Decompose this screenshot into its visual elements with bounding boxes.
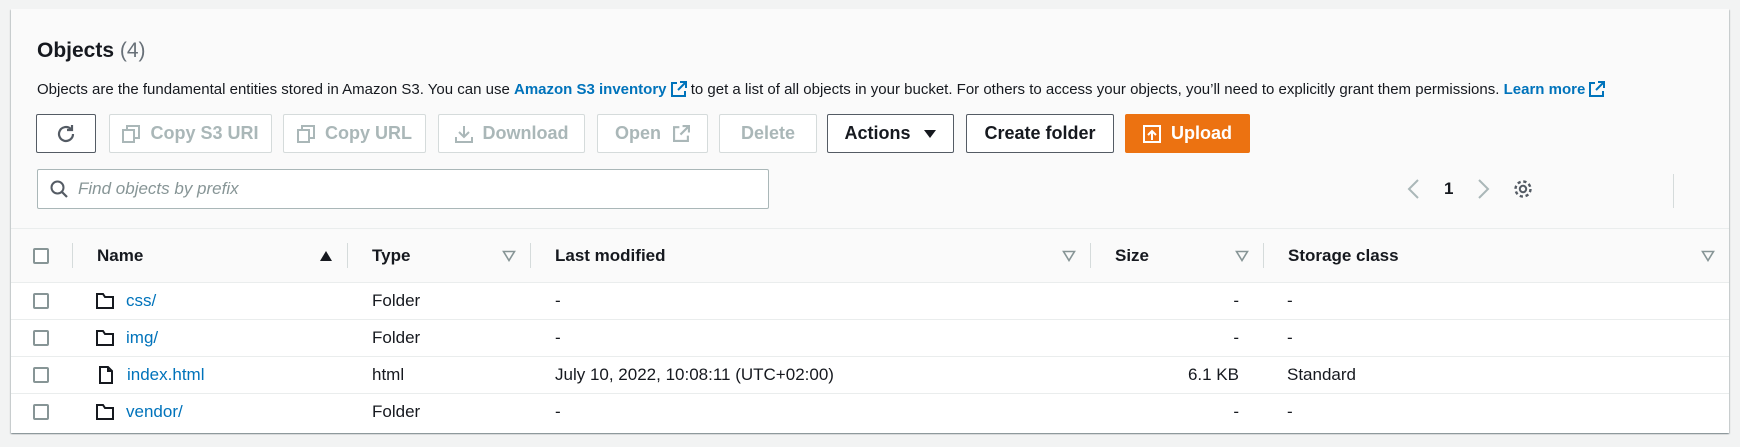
- column-header-storage-class[interactable]: Storage class: [1263, 229, 1729, 283]
- learn-more-link[interactable]: Learn more: [1504, 81, 1606, 98]
- objects-header: Objects (4) Objects are the fundamental …: [11, 9, 1729, 229]
- objects-panel: Objects (4) Objects are the fundamental …: [11, 9, 1729, 433]
- copy-s3-uri-button[interactable]: Copy S3 URI: [109, 114, 272, 153]
- column-header-last-modified[interactable]: Last modified: [530, 229, 1090, 283]
- column-header-name[interactable]: Name: [72, 229, 347, 283]
- s3-inventory-link-label: Amazon S3 inventory: [513, 81, 667, 98]
- learn-more-label: Learn more: [1503, 81, 1586, 98]
- download-icon: [454, 125, 473, 143]
- object-last-modified: -: [530, 319, 1090, 357]
- copy-s3-uri-label: Copy S3 URI: [150, 123, 259, 143]
- table-header-row: Name Type Last modified Size Storage cla…: [11, 229, 1729, 283]
- page-title: Objects (4): [37, 39, 146, 63]
- object-type: Folder: [347, 319, 530, 357]
- row-checkbox[interactable]: [33, 404, 49, 421]
- object-count: (4): [119, 39, 146, 62]
- actions-label: Actions: [844, 123, 911, 143]
- table-row[interactable]: vendor/ Folder - - -: [11, 394, 1729, 431]
- object-last-modified: July 10, 2022, 10:08:11 (UTC+02:00): [530, 356, 1090, 394]
- row-checkbox[interactable]: [33, 330, 49, 346]
- copy-icon: [297, 124, 315, 143]
- folder-icon: [96, 293, 114, 309]
- object-type: Folder: [347, 282, 530, 320]
- select-all-checkbox[interactable]: [33, 247, 49, 264]
- actions-dropdown[interactable]: Actions: [827, 114, 954, 153]
- sort-icon: [1062, 250, 1076, 262]
- object-storage-class: -: [1287, 402, 1293, 422]
- caret-down-icon: [923, 129, 936, 138]
- object-type: Folder: [372, 402, 421, 422]
- sort-icon: [1701, 250, 1715, 262]
- objects-description: Objects are the fundamental entities sto…: [37, 81, 1606, 98]
- sort-icon: [1235, 250, 1249, 262]
- search-input[interactable]: [78, 179, 738, 199]
- objects-table: Name Type Last modified Size Storage cla…: [11, 229, 1729, 431]
- column-header-size[interactable]: Size: [1090, 229, 1263, 283]
- open-label: Open: [614, 123, 661, 143]
- object-storage-class: Standard: [1263, 356, 1729, 394]
- copy-icon: [122, 124, 141, 143]
- row-checkbox[interactable]: [33, 367, 49, 383]
- chevron-right-icon[interactable]: [1477, 178, 1491, 200]
- column-size-label: Size: [1115, 245, 1150, 265]
- table-row[interactable]: css/ Folder - - -: [11, 282, 1729, 320]
- upload-icon: [1143, 124, 1161, 143]
- search-box: [37, 169, 769, 209]
- column-header-type[interactable]: Type: [347, 229, 530, 283]
- title-text: Objects: [37, 39, 115, 62]
- row-checkbox[interactable]: [33, 293, 49, 309]
- sort-icon: [502, 250, 516, 262]
- chevron-left-icon[interactable]: [1406, 178, 1420, 200]
- delete-button[interactable]: Delete: [719, 114, 817, 153]
- refresh-icon: [57, 124, 75, 142]
- object-storage-class: -: [1263, 319, 1729, 357]
- object-size: -: [1233, 402, 1239, 422]
- external-link-icon: [670, 81, 687, 97]
- pagination: 1: [1406, 174, 1491, 204]
- object-name-link[interactable]: img/: [126, 328, 158, 348]
- object-last-modified: -: [555, 402, 561, 422]
- object-name-link[interactable]: index.html: [127, 365, 204, 385]
- external-link-icon: [1589, 81, 1606, 97]
- description-text-2: to get a list of all objects in your buc…: [690, 81, 1500, 98]
- table-row[interactable]: index.html html July 10, 2022, 10:08:11 …: [11, 356, 1729, 394]
- sort-ascending-icon: [320, 250, 332, 261]
- object-type: html: [347, 356, 530, 394]
- object-last-modified: -: [530, 282, 1090, 320]
- create-folder-label: Create folder: [984, 123, 1096, 143]
- current-page[interactable]: 1: [1444, 179, 1453, 199]
- object-size: 6.1 KB: [1090, 356, 1263, 394]
- external-link-icon: [673, 125, 690, 142]
- description-text-1: Objects are the fundamental entities sto…: [37, 81, 510, 98]
- object-size: -: [1090, 319, 1263, 357]
- table-row[interactable]: img/ Folder - - -: [11, 319, 1729, 357]
- copy-url-button[interactable]: Copy URL: [283, 114, 426, 153]
- column-storage-class-label: Storage class: [1288, 245, 1399, 265]
- select-all-header: [11, 229, 72, 283]
- folder-icon: [96, 330, 114, 346]
- column-last-modified-label: Last modified: [555, 245, 666, 265]
- object-size: -: [1090, 282, 1263, 320]
- object-storage-class: -: [1263, 282, 1729, 320]
- column-type-label: Type: [372, 245, 411, 265]
- preferences: [1512, 174, 1534, 204]
- file-icon: [99, 366, 113, 384]
- s3-inventory-link[interactable]: Amazon S3 inventory: [514, 81, 687, 98]
- upload-label: Upload: [1171, 123, 1232, 143]
- delete-label: Delete: [740, 123, 796, 143]
- upload-button[interactable]: Upload: [1125, 114, 1250, 153]
- create-folder-button[interactable]: Create folder: [966, 114, 1114, 153]
- object-name-link[interactable]: vendor/: [126, 402, 183, 422]
- copy-url-label: Copy URL: [325, 123, 412, 143]
- refresh-button[interactable]: [36, 114, 96, 153]
- gear-icon[interactable]: [1512, 178, 1534, 200]
- download-label: Download: [482, 123, 569, 143]
- open-button[interactable]: Open: [597, 114, 708, 153]
- search-icon: [50, 180, 68, 198]
- pager-divider: [1673, 174, 1674, 208]
- object-name-link[interactable]: css/: [126, 291, 156, 311]
- download-button[interactable]: Download: [438, 114, 585, 153]
- folder-icon: [96, 404, 114, 421]
- column-name-label: Name: [97, 245, 144, 265]
